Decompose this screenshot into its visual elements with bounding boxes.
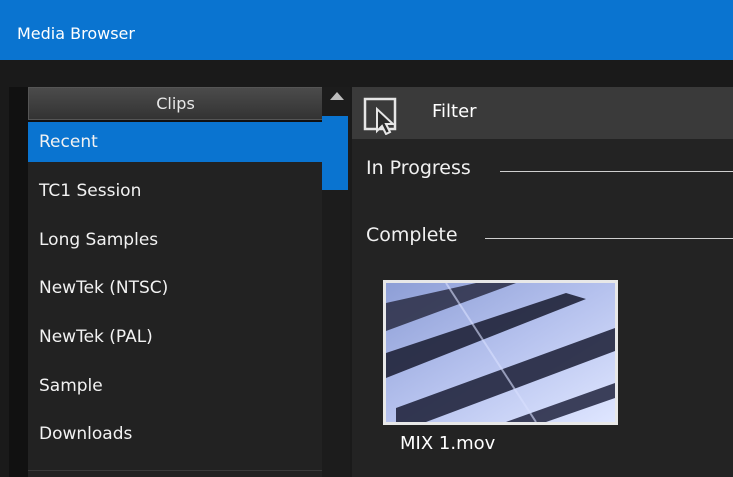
sidebar-item-downloads[interactable]: Downloads — [28, 414, 322, 454]
list-divider — [28, 470, 322, 471]
section-in-progress: In Progress — [366, 157, 471, 179]
scrollbar-thumb[interactable] — [322, 116, 348, 190]
sidebar-item-newtek-ntsc[interactable]: NewTek (NTSC) — [28, 268, 322, 308]
sidebar-item-long-samples[interactable]: Long Samples — [28, 220, 322, 260]
filter-toolbar — [352, 87, 733, 139]
cursor-select-icon[interactable] — [363, 95, 405, 135]
in-progress-divider — [500, 171, 733, 172]
sidebar-item-sample[interactable]: Sample — [28, 366, 322, 406]
sidebar-item-recent[interactable]: Recent — [28, 122, 322, 162]
clips-list: Recent TC1 Session Long Samples NewTek (… — [28, 122, 322, 477]
window-title: Media Browser — [17, 24, 135, 43]
filter-label[interactable]: Filter — [432, 101, 477, 122]
clip-name[interactable]: MIX 1.mov — [400, 433, 495, 454]
complete-divider — [485, 238, 733, 239]
sidebar-item-newtek-pal[interactable]: NewTek (PAL) — [28, 317, 322, 357]
scroll-up-arrow-icon[interactable] — [330, 92, 344, 100]
video-frame-image — [386, 283, 615, 422]
clips-header[interactable]: Clips — [28, 87, 323, 120]
section-complete: Complete — [366, 224, 458, 246]
title-bar: Media Browser — [0, 0, 733, 60]
sidebar-item-tc1-session[interactable]: TC1 Session — [28, 171, 322, 211]
clip-thumbnail[interactable] — [383, 280, 618, 425]
